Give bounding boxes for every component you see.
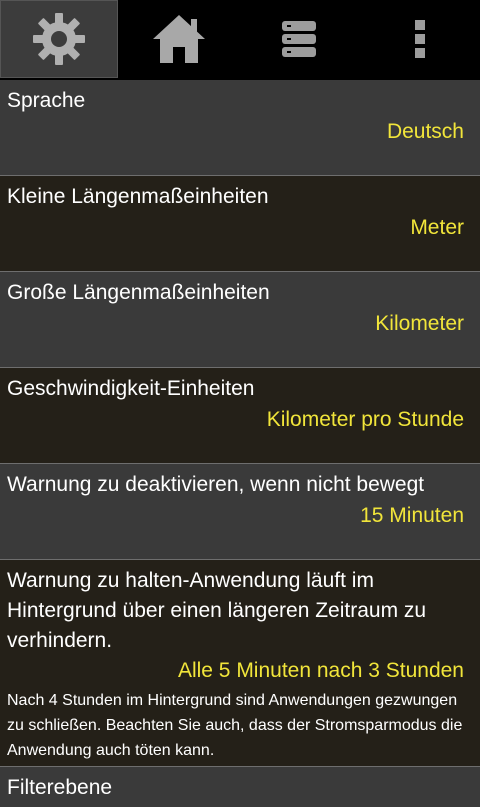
setting-value: 15 Minuten: [360, 504, 464, 527]
setting-label: Warnung zu halten-Anwendung läuft im Hin…: [7, 569, 427, 652]
setting-value: Kilometer: [375, 312, 464, 335]
setting-value: Kilometer pro Stunde: [266, 408, 464, 431]
setting-note: Nach 4 Stunden im Hintergrund sind Anwen…: [7, 692, 463, 759]
setting-value: Meter: [410, 216, 464, 239]
tab-storage[interactable]: [240, 0, 358, 78]
top-toolbar: [0, 0, 480, 80]
setting-label: Filterebene: [7, 776, 113, 799]
setting-value: Deutsch: [386, 120, 464, 143]
storage-icon: [279, 17, 319, 61]
setting-large-length-units[interactable]: Große Längenmaßeinheiten Kilometer: [0, 272, 480, 368]
tab-more[interactable]: [360, 0, 480, 78]
setting-label: Sprache: [7, 89, 86, 112]
setting-label: Geschwindigkeit-Einheiten: [7, 377, 255, 400]
tab-home[interactable]: [120, 0, 238, 78]
setting-language[interactable]: Sprache Deutsch: [0, 80, 480, 176]
setting-label: Kleine Längenmaßeinheiten: [7, 185, 269, 208]
setting-background-warning[interactable]: Warnung zu halten-Anwendung läuft im Hin…: [0, 560, 480, 767]
setting-label: Warnung zu deaktivieren, wenn nicht bewe…: [7, 473, 425, 496]
setting-speed-units[interactable]: Geschwindigkeit-Einheiten Kilometer pro …: [0, 368, 480, 464]
tab-settings[interactable]: [0, 0, 118, 78]
setting-small-length-units[interactable]: Kleine Längenmaßeinheiten Meter: [0, 176, 480, 272]
setting-label: Große Längenmaßeinheiten: [7, 281, 270, 304]
gear-icon: [29, 9, 89, 69]
setting-filter-level[interactable]: Filterebene: [0, 767, 480, 807]
setting-disable-warning[interactable]: Warnung zu deaktivieren, wenn nicht bewe…: [0, 464, 480, 560]
home-icon: [149, 11, 209, 67]
settings-list: Sprache Deutsch Kleine Längenmaßeinheite…: [0, 80, 480, 807]
setting-value: Alle 5 Minuten nach 3 Stunden: [177, 659, 464, 682]
more-icon: [414, 18, 426, 60]
